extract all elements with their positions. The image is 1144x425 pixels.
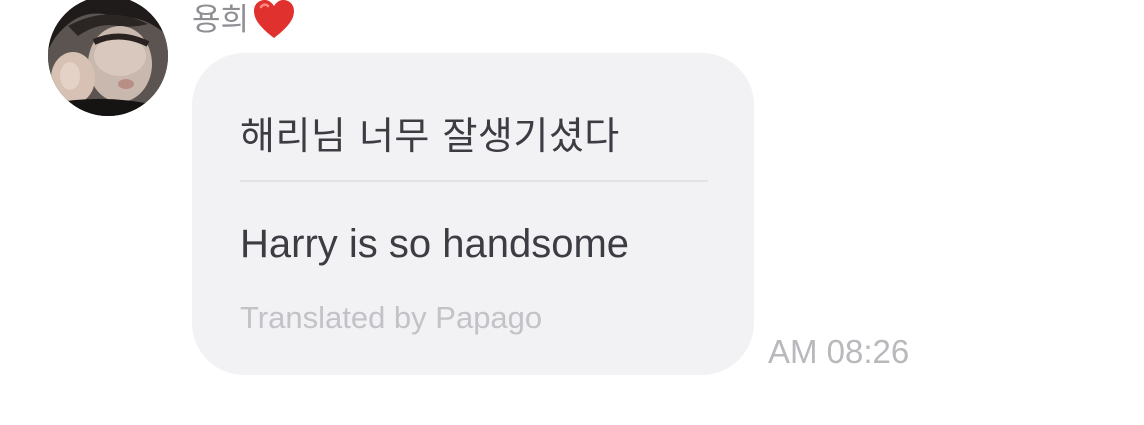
avatar[interactable] — [48, 0, 168, 116]
translated-message-text: Harry is so handsome — [240, 222, 630, 266]
original-message-text: 해리님 너무 잘생기셨다 — [240, 114, 620, 158]
sender-header: 용희 — [192, 0, 297, 42]
message-bubble[interactable]: 해리님 너무 잘생기셨다 Harry is so handsome Transl… — [192, 53, 754, 375]
translation-divider — [240, 180, 708, 182]
chat-message-row: 용희 해리님 너무 잘생기셨다 Harry is so handsome Tra… — [0, 0, 1144, 425]
translation-credit: Translated by Papago — [240, 300, 543, 335]
message-timestamp: AM 08:26 — [768, 333, 910, 370]
sender-name: 용희 — [192, 2, 250, 38]
heart-icon — [251, 0, 297, 42]
avatar-photo — [48, 0, 168, 116]
